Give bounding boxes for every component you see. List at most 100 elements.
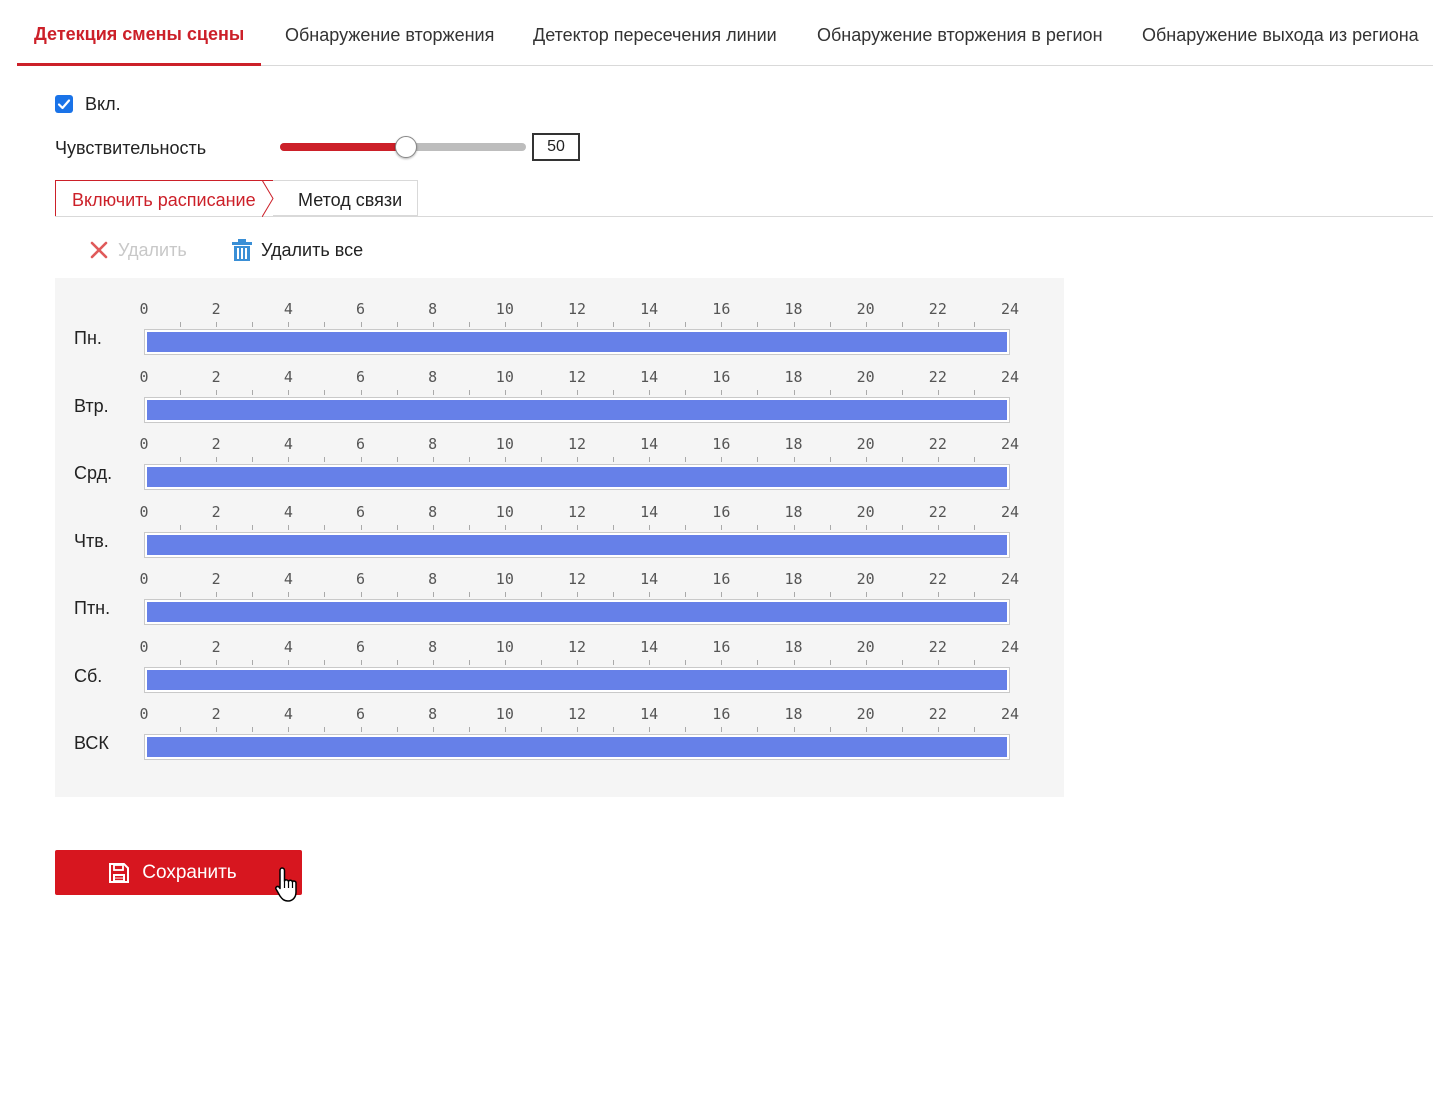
hour-tick-label: 8 xyxy=(428,570,438,588)
hour-tick-mark xyxy=(324,457,326,462)
hour-tick-mark xyxy=(468,390,470,395)
hand-cursor-icon xyxy=(275,867,297,902)
sensitivity-slider[interactable] xyxy=(280,135,526,159)
hour-tick-label: 8 xyxy=(428,435,438,453)
hour-tick-label: 2 xyxy=(211,435,221,453)
hour-tick-label: 24 xyxy=(1000,638,1020,656)
tab-arming-schedule[interactable]: Включить расписание xyxy=(55,180,273,216)
enable-checkbox[interactable] xyxy=(55,95,73,113)
tab-arrow-icon xyxy=(262,180,274,217)
hour-tick-mark xyxy=(721,390,723,395)
tab-line-crossing-detection[interactable]: Детектор пересечения линии xyxy=(533,0,777,65)
enable-row: Вкл. xyxy=(55,92,121,116)
tab-linkage-method[interactable]: Метод связи xyxy=(272,180,418,216)
hour-tick-label: 16 xyxy=(712,435,731,453)
hour-tick-label: 24 xyxy=(1000,368,1020,386)
hour-tick-mark xyxy=(216,660,218,665)
delete-all-button[interactable]: Удалить все xyxy=(231,236,363,264)
hour-tick-mark xyxy=(793,457,795,462)
hour-tick-mark xyxy=(324,322,326,327)
hour-tick-label: 2 xyxy=(211,300,221,318)
hour-tick-label: 20 xyxy=(856,705,875,723)
tab-linkage-method-label: Метод связи xyxy=(298,190,403,210)
hour-tick-mark xyxy=(288,390,290,395)
hour-tick-mark xyxy=(649,660,651,665)
hour-tick-mark xyxy=(973,390,975,395)
hour-tick-label: 22 xyxy=(928,368,947,386)
slider-thumb[interactable] xyxy=(395,136,417,158)
hour-tick-mark xyxy=(540,390,542,395)
hour-tick-mark xyxy=(504,322,506,327)
hour-tick-mark xyxy=(937,390,939,395)
checkmark-icon xyxy=(57,99,71,110)
hour-tick-mark xyxy=(432,525,434,530)
delete-button[interactable]: Удалить xyxy=(88,236,187,264)
hour-tick-mark xyxy=(865,592,867,597)
hour-tick-label: 24 xyxy=(1000,705,1020,723)
hour-tick-label: 20 xyxy=(856,570,875,588)
hour-tick-label: 6 xyxy=(355,368,366,386)
hour-tick-label: 18 xyxy=(784,435,803,453)
hour-tick-mark xyxy=(504,525,506,530)
hour-tick-mark xyxy=(577,322,578,327)
schedule-segment[interactable] xyxy=(147,737,1007,757)
hour-tick-mark xyxy=(324,525,326,530)
tab-scene-change-detection[interactable]: Детекция смены сцены xyxy=(16,0,262,66)
hour-tick-mark xyxy=(793,660,795,665)
hour-tick-mark xyxy=(829,660,831,665)
hour-tick-label: 2 xyxy=(211,570,221,588)
hour-tick-mark xyxy=(577,525,578,530)
hour-tick-mark xyxy=(216,727,218,732)
hour-tick-label: 12 xyxy=(567,705,587,723)
hour-tick-mark xyxy=(721,727,723,732)
hour-tick-mark xyxy=(288,592,290,597)
hour-tick-mark xyxy=(468,592,470,597)
time-ruler: 0 2 4 6 8 10 12 14 16 18 20 22 24 xyxy=(139,638,1019,668)
hour-tick-mark xyxy=(360,322,362,327)
hour-tick-mark xyxy=(252,660,254,665)
hour-tick-mark xyxy=(252,525,254,530)
hour-tick-mark xyxy=(829,390,831,395)
tab-intrusion-detection[interactable]: Обнаружение вторжения xyxy=(285,0,494,65)
hour-tick-mark xyxy=(721,592,723,597)
save-button[interactable]: Сохранить xyxy=(55,850,302,895)
hour-tick-mark xyxy=(793,592,795,597)
hour-tick-mark xyxy=(937,592,939,597)
hour-tick-mark xyxy=(468,322,470,327)
hour-tick-mark xyxy=(396,727,398,732)
hour-tick-mark xyxy=(288,660,290,665)
hour-tick-label: 22 xyxy=(928,503,947,521)
hour-tick-mark xyxy=(649,727,651,732)
hour-tick-mark xyxy=(504,727,506,732)
hour-tick-label: 20 xyxy=(856,503,875,521)
hour-tick-mark xyxy=(685,592,687,597)
hour-tick-mark xyxy=(721,660,723,665)
hour-tick-mark xyxy=(757,322,759,327)
event-type-tabs: Детекция смены сцены Обнаружение вторжен… xyxy=(16,0,1433,66)
schedule-timeline[interactable] xyxy=(144,734,1010,760)
hour-tick-label: 12 xyxy=(567,435,587,453)
hour-tick-mark xyxy=(793,390,795,395)
hour-tick-mark xyxy=(468,525,470,530)
hour-tick-mark xyxy=(757,457,759,462)
tab-region-entrance-detection[interactable]: Обнаружение вторжения в регион xyxy=(817,0,1103,65)
hour-tick-mark xyxy=(613,322,615,327)
schedule-row: Втр. 0 2 4 6 8 10 12 14 16 18 20 22 24 xyxy=(55,346,1064,423)
hour-tick-mark xyxy=(216,592,218,597)
hour-tick-mark xyxy=(324,592,326,597)
hour-tick-mark xyxy=(432,660,434,665)
tab-region-exit-detection[interactable]: Обнаружение выхода из региона xyxy=(1142,0,1419,65)
hour-tick-label: 4 xyxy=(283,570,293,588)
hour-tick-mark xyxy=(937,727,939,732)
sensitivity-value-field[interactable]: 50 xyxy=(532,133,580,161)
delete-label: Удалить xyxy=(118,239,187,260)
hour-tick-mark xyxy=(685,457,687,462)
hour-tick-label: 16 xyxy=(712,705,731,723)
hour-tick-label: 24 xyxy=(1000,570,1020,588)
hour-tick-label: 14 xyxy=(640,705,659,723)
hour-tick-mark xyxy=(829,592,831,597)
hour-tick-label: 0 xyxy=(139,368,149,386)
hour-tick-label: 18 xyxy=(784,638,803,656)
day-label: ВСК xyxy=(74,733,109,753)
hour-tick-label: 10 xyxy=(495,705,514,723)
